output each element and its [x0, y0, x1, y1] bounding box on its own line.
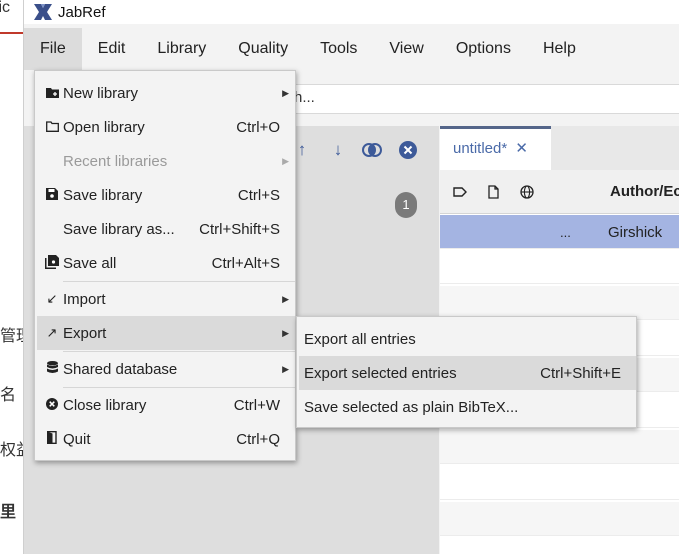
menu-item-shortcut: Ctrl+S — [237, 186, 280, 204]
submenu-arrow-icon: ▶ — [282, 327, 289, 338]
table-header: Author/Ec — [440, 170, 679, 214]
menu-item-open-library[interactable]: Open library Ctrl+O — [37, 110, 295, 144]
search-placeholder: h... — [294, 89, 315, 106]
menu-item-quit[interactable]: Quit Ctrl+Q — [37, 422, 295, 456]
background-text-line: 名 — [0, 387, 17, 404]
submenu-item-label: Export selected entries — [304, 364, 457, 382]
menu-file[interactable]: File — [24, 28, 82, 70]
submenu-item-shortcut: Ctrl+Shift+E — [540, 364, 621, 382]
export-submenu: Export all entries Export selected entri… — [296, 316, 637, 428]
import-arrow-icon: ↙ — [46, 291, 58, 306]
move-down-arrow-icon[interactable]: ↓ — [328, 140, 348, 160]
menu-item-import[interactable]: ↙ Import ▶ — [37, 282, 295, 316]
folder-icon — [37, 120, 63, 135]
save-all-icon — [37, 254, 63, 272]
file-menu-dropdown: New library ▶ Open library Ctrl+O Recent… — [34, 70, 296, 461]
group-count-badge: 1 — [395, 192, 417, 218]
tab-label: untitled* — [453, 140, 508, 157]
menu-item-export[interactable]: ↗ Export ▶ — [37, 316, 295, 350]
tab-untitled[interactable]: untitled* ✕ — [440, 126, 551, 170]
close-circle-icon — [37, 397, 63, 413]
save-icon — [37, 187, 63, 203]
menu-view[interactable]: View — [373, 28, 439, 70]
submenu-item-label: Save selected as plain BibTeX... — [304, 398, 519, 416]
submenu-item-export-selected[interactable]: Export selected entries Ctrl+Shift+E — [299, 356, 636, 390]
search-input[interactable]: h... — [294, 84, 679, 114]
table-row[interactable]: ... Girshick — [440, 215, 679, 249]
menu-item-label: Open library — [63, 118, 145, 136]
submenu-item-label: Export all entries — [304, 330, 416, 348]
menu-help[interactable]: Help — [527, 28, 592, 70]
row-dots: ... — [560, 225, 571, 240]
file-icon[interactable] — [485, 184, 501, 200]
intersection-toggle-icon[interactable] — [362, 140, 382, 160]
menu-edit[interactable]: Edit — [82, 28, 142, 70]
clear-filter-icon[interactable] — [398, 140, 418, 160]
close-icon[interactable]: ✕ — [515, 140, 528, 157]
menu-item-label: Quit — [63, 430, 91, 448]
menu-item-shortcut: Ctrl+Shift+S — [199, 220, 280, 238]
background-text-line: 权益 — [0, 442, 23, 459]
background-text-line: tic — [0, 0, 10, 16]
menu-item-label: Import — [63, 290, 106, 308]
menu-tools[interactable]: Tools — [304, 28, 373, 70]
menu-item-recent-libraries: Recent libraries ▶ — [37, 144, 295, 178]
menu-item-close-library[interactable]: Close library Ctrl+W — [37, 388, 295, 422]
row-author: Girshick — [608, 224, 663, 241]
submenu-item-save-plain-bibtex[interactable]: Save selected as plain BibTeX... — [299, 390, 636, 424]
window-title: JabRef — [58, 3, 106, 21]
table-row-empty — [440, 430, 679, 464]
menu-item-label: Close library — [63, 396, 147, 414]
menu-item-label: Shared database — [63, 360, 178, 378]
menu-item-shortcut: Ctrl+Alt+S — [211, 254, 280, 272]
menu-bar: File Edit Library Quality Tools View Opt… — [24, 28, 679, 70]
submenu-arrow-icon: ▶ — [282, 293, 289, 304]
menu-item-save-library[interactable]: Save library Ctrl+S — [37, 178, 295, 212]
menu-item-label: Save library as... — [63, 220, 175, 238]
menu-quality[interactable]: Quality — [222, 28, 304, 70]
submenu-arrow-icon: ▶ — [282, 155, 289, 166]
jabref-logo-icon — [34, 4, 52, 20]
title-bar: JabRef — [24, 0, 679, 24]
background-text-line: 里 — [0, 504, 17, 521]
background-text-line: 管理 — [0, 328, 23, 345]
table-row-empty — [440, 250, 679, 284]
tag-icon[interactable] — [452, 184, 468, 200]
new-library-icon — [37, 86, 63, 101]
background-window-header: tic — [0, 0, 23, 34]
table-row-empty — [440, 502, 679, 536]
menu-item-label: Save all — [63, 254, 117, 272]
menu-library[interactable]: Library — [141, 28, 222, 70]
background-window: tic 管理 名 权益 里 — [0, 0, 23, 554]
submenu-arrow-icon: ▶ — [282, 363, 289, 374]
menu-item-label: Recent libraries — [63, 152, 168, 170]
menu-item-shared-database[interactable]: Shared database ▶ — [37, 352, 295, 386]
menu-item-shortcut: Ctrl+W — [233, 396, 280, 414]
menu-item-new-library[interactable]: New library ▶ — [37, 76, 295, 110]
menu-item-save-library-as[interactable]: Save library as... Ctrl+Shift+S — [37, 212, 295, 246]
column-header-author[interactable]: Author/Ec — [610, 183, 679, 200]
menu-item-shortcut: Ctrl+O — [236, 118, 280, 136]
menu-item-label: Save library — [63, 186, 143, 204]
table-row-empty — [440, 466, 679, 500]
library-tabs: untitled* ✕ — [440, 126, 679, 170]
table-row-empty — [440, 286, 679, 320]
menu-item-label: New library — [63, 84, 139, 102]
export-arrow-icon: ↗ — [46, 325, 58, 340]
menu-item-label: Export — [63, 324, 107, 342]
quit-door-icon — [37, 431, 63, 447]
submenu-arrow-icon: ▶ — [282, 87, 289, 98]
menu-item-shortcut: Ctrl+Q — [236, 430, 280, 448]
database-icon — [37, 361, 63, 377]
menu-options[interactable]: Options — [440, 28, 527, 70]
submenu-item-export-all[interactable]: Export all entries — [299, 322, 636, 356]
globe-icon[interactable] — [519, 184, 535, 200]
menu-item-save-all[interactable]: Save all Ctrl+Alt+S — [37, 246, 295, 280]
